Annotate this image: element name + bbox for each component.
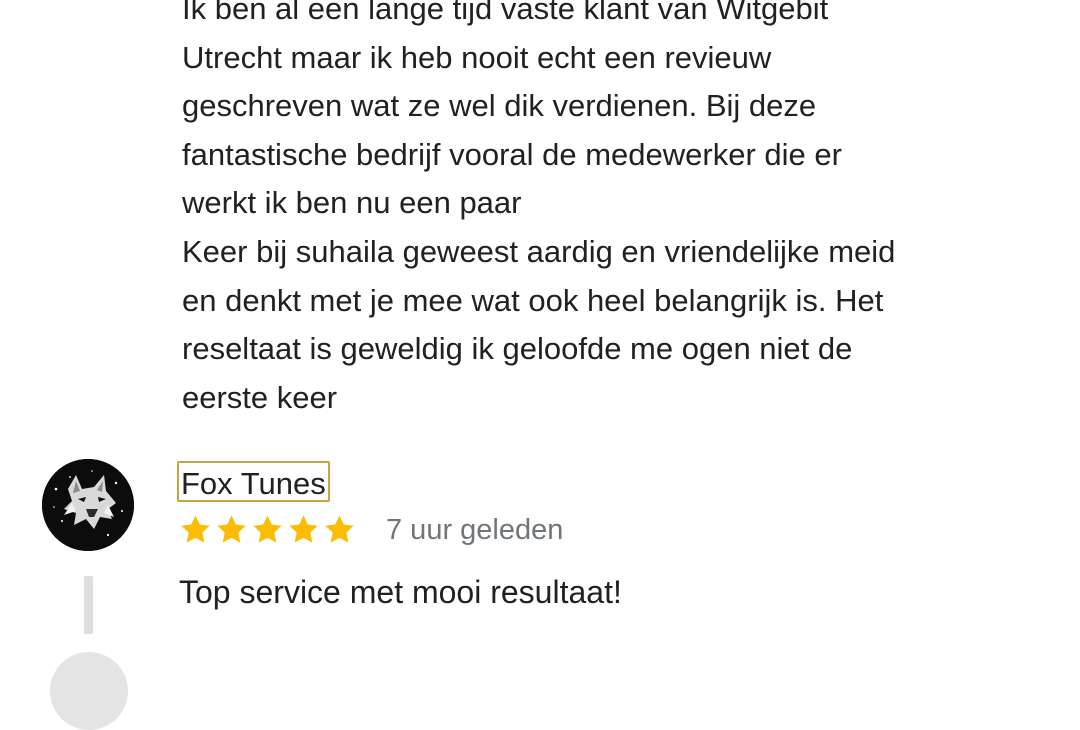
review-text: Top service met mooi resultaat! <box>179 574 622 610</box>
thread-line <box>84 576 93 634</box>
reviewer-name[interactable]: Fox Tunes <box>177 461 330 502</box>
star-icon <box>181 515 210 543</box>
review-time: 7 uur geleden <box>386 514 564 546</box>
star-icon <box>289 515 318 543</box>
previous-review-text: Ik ben al een lange tijd vaste klant van… <box>182 0 896 415</box>
next-reviewer-avatar[interactable] <box>50 652 128 730</box>
reviewer-avatar[interactable] <box>42 459 134 551</box>
wolf-avatar-icon <box>42 459 134 551</box>
star-icon <box>253 515 282 543</box>
star-rating <box>179 513 356 546</box>
star-icon <box>325 515 354 543</box>
star-icon <box>217 515 246 543</box>
